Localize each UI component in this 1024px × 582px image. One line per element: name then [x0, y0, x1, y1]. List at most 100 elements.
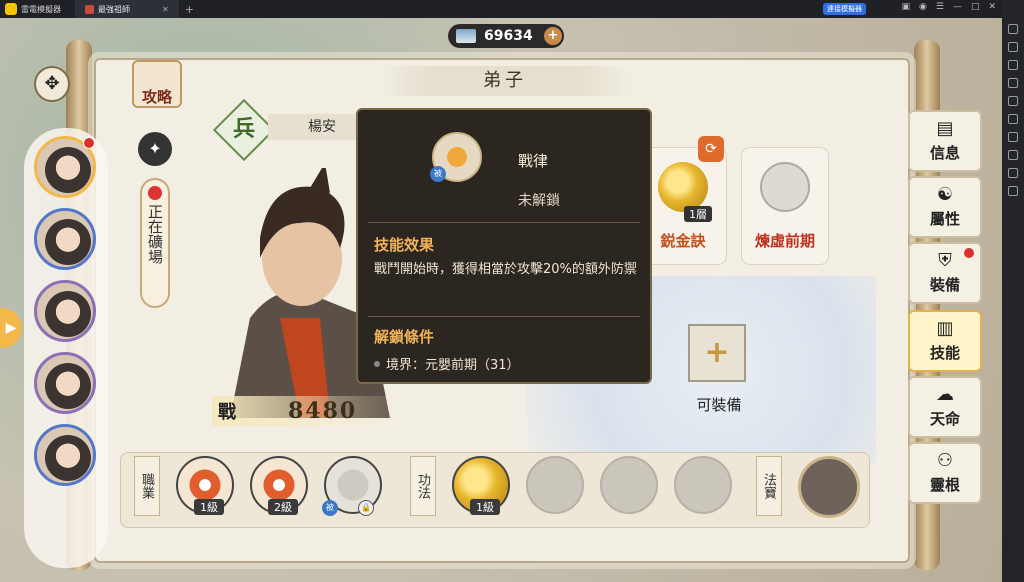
- menu-label: 天命: [929, 410, 960, 428]
- treasure-tag: 法寶: [756, 456, 782, 516]
- realm-requirement: 煉虛前期: [754, 232, 815, 250]
- disciple-portrait[interactable]: [34, 424, 96, 486]
- emulator-app-name: 雷電模擬器: [21, 4, 61, 14]
- currency-amount: 69634: [484, 28, 533, 44]
- disciple-portrait[interactable]: [34, 352, 96, 414]
- skill-card-gold[interactable]: 1層 鋭金訣: [640, 148, 726, 264]
- toolbar-screenshot-icon[interactable]: [1008, 78, 1018, 88]
- combat-power-label: 戰: [218, 402, 236, 423]
- book-icon: ▥: [936, 318, 954, 339]
- close-window-icon[interactable]: ✕: [988, 2, 996, 12]
- expand-list-arrow-icon[interactable]: ▶: [0, 308, 22, 348]
- menu-skills[interactable]: ▥ 技能: [908, 310, 982, 372]
- menu-destiny[interactable]: ☁ 天命: [908, 376, 982, 438]
- toolbar-sync-icon[interactable]: [1008, 150, 1018, 160]
- lock-icon: [760, 162, 810, 212]
- notification-dot: [83, 137, 95, 149]
- toolbar-folder-icon[interactable]: [1008, 132, 1018, 142]
- career-slot-2[interactable]: 2級: [250, 456, 308, 515]
- toolbar-rotate-icon[interactable]: [1008, 168, 1018, 178]
- avatar: [45, 291, 91, 337]
- career-tag: 職業: [134, 456, 160, 516]
- disciple-portrait[interactable]: [34, 208, 96, 270]
- status-text: 正在礦場: [146, 204, 164, 264]
- toolbar-volume-icon[interactable]: [1008, 60, 1018, 70]
- disciple-list: [24, 128, 108, 568]
- unlock-title: 解鎖條件: [374, 328, 435, 346]
- tooltip-unlock-state: 未解鎖: [518, 193, 560, 209]
- minimize-icon[interactable]: —: [953, 2, 962, 12]
- game-tab[interactable]: 最強祖師 ✕: [75, 0, 179, 18]
- connect-emulator-badge[interactable]: 連接模擬器: [823, 3, 866, 15]
- career-slot-1[interactable]: 1級: [176, 456, 234, 515]
- game-tab-label: 最強祖師: [98, 4, 130, 14]
- node-icon: ⚇: [936, 450, 954, 471]
- effect-text: 戰鬥開始時，獲得相當於攻擊20%的額外防禦: [374, 262, 637, 277]
- add-currency-button[interactable]: +: [544, 27, 562, 45]
- account-icon[interactable]: ◉: [919, 2, 927, 12]
- disciple-portrait[interactable]: [34, 136, 96, 198]
- status-pill[interactable]: 正在礦場: [140, 178, 170, 308]
- menu-label: 技能: [929, 344, 960, 362]
- favorite-star-icon[interactable]: ✦: [138, 132, 172, 166]
- menu-spirit-root[interactable]: ⚇ 靈根: [908, 442, 982, 504]
- menu-label: 裝備: [929, 276, 960, 294]
- gold-swirl-icon: [658, 162, 708, 212]
- spirit-stone-counter: 69634 +: [448, 24, 564, 48]
- menu-attributes[interactable]: ☯ 屬性: [908, 176, 982, 238]
- skill-card-locked[interactable]: 煉虛前期: [742, 148, 828, 264]
- menu-equipment[interactable]: ⛨ 裝備: [908, 242, 982, 304]
- game-screen: 69634 + 弟子 攻略 ✥ ▶ 兵 楊安 ✦ 正在礦場 戰 8480 1層 …: [0, 18, 1002, 582]
- menu-label: 靈根: [929, 476, 960, 494]
- toolbar-settings-icon[interactable]: [1008, 24, 1018, 34]
- figure-icon: ☯: [936, 184, 954, 205]
- close-tab-icon[interactable]: ✕: [162, 5, 169, 14]
- toolbar-keyboard-icon[interactable]: [1008, 42, 1018, 52]
- method-slot-3[interactable]: [600, 456, 658, 514]
- swap-skill-icon[interactable]: ⟳: [698, 136, 724, 162]
- spirit-stone-icon: [456, 29, 476, 43]
- method-slot-2[interactable]: [526, 456, 584, 514]
- strategy-button[interactable]: 攻略: [132, 60, 182, 108]
- toolbar-more-icon[interactable]: [1008, 186, 1018, 196]
- notification-dot: [964, 248, 974, 258]
- emulator-toolbar: [1002, 0, 1024, 582]
- menu-label: 屬性: [929, 210, 960, 228]
- tooltip-divider: [368, 222, 640, 223]
- lock-icon: 🔒: [358, 500, 374, 516]
- toolbar-apk-icon[interactable]: [1008, 114, 1018, 124]
- menu-toggle-icon[interactable]: ✥: [34, 66, 70, 102]
- unlock-condition: 境界：元嬰前期（31）: [374, 354, 520, 373]
- avatar: [45, 219, 91, 265]
- class-label: 兵: [232, 117, 255, 142]
- menu-info[interactable]: ▤ 信息: [908, 110, 982, 172]
- toolbar-record-icon[interactable]: [1008, 96, 1018, 106]
- page-title: 弟子: [380, 66, 630, 96]
- scroll-icon: ▤: [936, 118, 954, 139]
- skill-level-badge: 1層: [684, 206, 712, 222]
- method-slot-1[interactable]: 1級: [452, 456, 510, 515]
- window-controls: ▣ ◉ ☰ — □ ✕: [901, 2, 996, 12]
- add-equipment-button[interactable]: +: [688, 324, 746, 382]
- combat-power-bar: 戰 8480: [212, 396, 412, 426]
- effect-title: 技能效果: [374, 236, 435, 254]
- disciple-name: 楊安: [308, 119, 336, 135]
- career-slot-3[interactable]: 被 🔒: [322, 456, 382, 516]
- slot-level: 1級: [470, 499, 500, 515]
- tooltip-skill-name: 戰律: [518, 152, 549, 170]
- slot-level: 2級: [268, 499, 298, 515]
- gamepad-icon[interactable]: ▣: [901, 2, 910, 12]
- disciple-portrait[interactable]: [34, 280, 96, 342]
- method-tag: 功法: [410, 456, 436, 516]
- method-slot-4[interactable]: [674, 456, 732, 514]
- combat-power-value: 8480: [288, 398, 358, 424]
- passive-tag: 被: [322, 500, 338, 516]
- emulator-logo-icon: [5, 3, 17, 15]
- skill-name: 鋭金訣: [660, 232, 706, 250]
- warrior-skill-icon: 被: [430, 132, 482, 182]
- new-tab-icon[interactable]: +: [185, 3, 194, 16]
- treasure-slot[interactable]: [798, 456, 860, 518]
- menu-icon[interactable]: ☰: [936, 2, 944, 12]
- maximize-icon[interactable]: □: [971, 2, 980, 12]
- bullet-icon: [374, 360, 380, 367]
